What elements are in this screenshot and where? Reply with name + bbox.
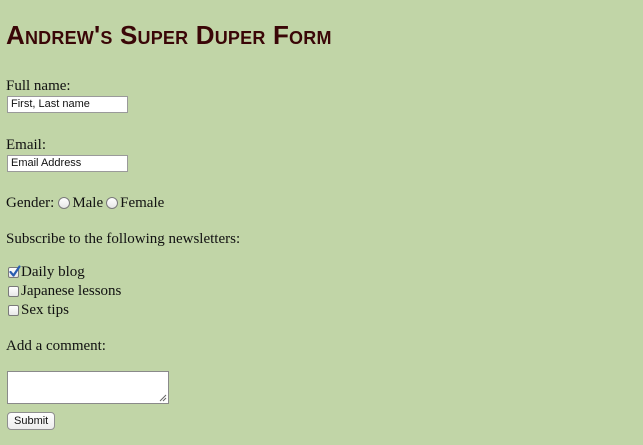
gender-female-radio[interactable] bbox=[106, 197, 119, 209]
gender-label: Gender: bbox=[6, 195, 55, 211]
gender-male-radio[interactable] bbox=[58, 197, 71, 209]
comment-label: Add a comment: bbox=[6, 338, 106, 354]
newsletters-label: Subscribe to the following newsletters: bbox=[6, 231, 241, 247]
checkmark-icon bbox=[9, 264, 21, 277]
email-input[interactable]: Email Address bbox=[7, 155, 128, 172]
japanese-lessons-label[interactable]: Japanese lessons bbox=[21, 282, 121, 300]
resize-grip-icon[interactable] bbox=[159, 394, 167, 402]
submit-button[interactable]: Submit bbox=[7, 412, 56, 430]
gender-female-label[interactable]: Female bbox=[120, 194, 164, 212]
japanese-lessons-checkbox[interactable] bbox=[8, 285, 19, 297]
full-name-input[interactable]: First, Last name bbox=[7, 96, 128, 113]
newsletter-option-daily-blog: Daily blog bbox=[6, 263, 85, 281]
daily-blog-label[interactable]: Daily blog bbox=[21, 263, 85, 281]
sex-tips-checkbox[interactable] bbox=[8, 304, 19, 316]
email-label: Email: bbox=[6, 137, 46, 153]
comment-textarea[interactable] bbox=[7, 371, 169, 404]
sex-tips-label[interactable]: Sex tips bbox=[21, 301, 69, 319]
full-name-label: Full name: bbox=[6, 78, 71, 94]
newsletter-option-sex-tips: Sex tips bbox=[6, 301, 69, 319]
newsletter-option-japanese-lessons: Japanese lessons bbox=[6, 282, 121, 300]
gender-male-label[interactable]: Male bbox=[72, 194, 103, 212]
daily-blog-checkbox[interactable] bbox=[8, 264, 21, 278]
page-title: Andrew's Super Duper Form bbox=[6, 20, 332, 50]
gender-row: Gender: Male Female bbox=[6, 194, 164, 212]
